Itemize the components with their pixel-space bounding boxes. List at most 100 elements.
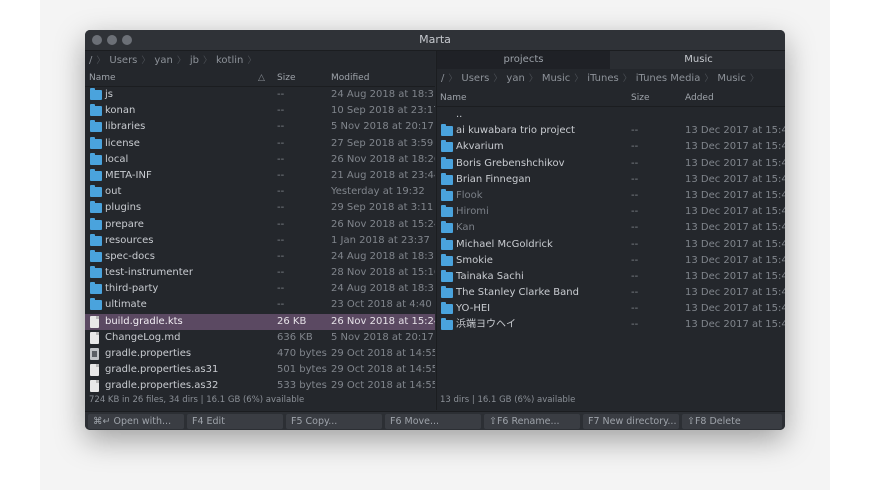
table-row[interactable]: ai kuwabara trio project -- 13 Dec 2017 at… — [437, 123, 785, 139]
table-row[interactable]: license -- 27 Sep 2018 at 3:59 — [85, 136, 435, 152]
file-size: -- — [277, 250, 285, 262]
file-name: gradle.properties.as31 — [105, 364, 219, 376]
table-row[interactable]: resources -- 1 Jan 2018 at 23:37 — [85, 233, 435, 249]
column-size[interactable]: Size — [277, 70, 295, 86]
table-row[interactable]: META-INF -- 21 Aug 2018 at 23:44 — [85, 168, 435, 184]
rename-button[interactable]: ⇧F6 Rename... — [484, 414, 580, 429]
breadcrumb-item-users[interactable]: Users — [105, 52, 141, 70]
table-row[interactable]: ultimate -- 23 Oct 2018 at 4:40 — [85, 297, 435, 313]
table-row[interactable]: Hiromi -- 13 Dec 2017 at 15:46 — [437, 204, 785, 220]
table-row[interactable]: 浜端ヨウヘイ -- 13 Dec 2017 at 15:46 — [437, 317, 785, 333]
table-row[interactable]: Akvarium -- 13 Dec 2017 at 15:46 — [437, 139, 785, 155]
file-name: ultimate — [105, 299, 147, 311]
breadcrumb-item-kotlin[interactable]: kotlin — [212, 52, 247, 70]
breadcrumb-item-music-current[interactable]: Music — [713, 70, 749, 88]
file-date: 13 Dec 2017 at 15:46 — [685, 319, 785, 331]
left-pane[interactable]: / 〉 Users 〉 yan 〉 jb 〉 kotlin 〉 Name △ Size Modif… — [85, 51, 435, 410]
file-size: -- — [631, 222, 639, 234]
right-pane[interactable]: projects Music / 〉 Users 〉 yan 〉 Music 〉 iTunes 〉… — [436, 51, 785, 410]
column-name[interactable]: Name — [440, 90, 467, 106]
column-size[interactable]: Size — [631, 90, 649, 106]
table-row[interactable]: YO-HEI -- 13 Dec 2017 at 15:46 — [437, 301, 785, 317]
breadcrumb-item-yan[interactable]: yan — [502, 70, 528, 88]
breadcrumb-item-itunes-media[interactable]: iTunes Media — [632, 70, 705, 88]
move-button[interactable]: F6 Move... — [385, 414, 481, 429]
file-size: -- — [631, 303, 639, 315]
chevron-right-icon: 〉 — [749, 74, 759, 84]
window-title: Marta — [419, 33, 451, 46]
column-name[interactable]: Name — [89, 70, 116, 86]
tab-music[interactable]: Music — [611, 51, 785, 69]
file-date: 29 Oct 2018 at 14:55 — [331, 348, 435, 359]
table-row[interactable]: test-instrumenter -- 28 Nov 2018 at 15:16 — [85, 265, 435, 281]
file-date: 26 Nov 2018 at 15:24 — [331, 315, 435, 327]
file-date: 27 Sep 2018 at 3:59 — [331, 137, 434, 149]
table-row[interactable]: Boris Grebenshchikov -- 13 Dec 2017 at 15:… — [437, 156, 785, 172]
table-row[interactable]: build.gradle.kts 26 KB 26 Nov 2018 at 15:2… — [85, 313, 435, 330]
parent-directory-row[interactable]: .. — [437, 107, 785, 123]
table-row[interactable]: local -- 26 Nov 2018 at 18:26 — [85, 152, 435, 168]
copy-button[interactable]: F5 Copy... — [286, 414, 382, 429]
breadcrumb-item-itunes[interactable]: iTunes — [583, 70, 622, 88]
edit-button[interactable]: F4 Edit — [187, 414, 283, 429]
file-name: Smokie — [456, 254, 493, 266]
table-row[interactable]: Kan -- 13 Dec 2017 at 15:46 — [437, 220, 785, 236]
file-name: resources — [105, 234, 154, 246]
file-date: 24 Aug 2018 at 18:31 — [331, 89, 435, 100]
table-row[interactable]: Flook -- 13 Dec 2017 at 15:46 — [437, 188, 785, 204]
table-row[interactable]: Brian Finnegan -- 13 Dec 2017 at 15:46 — [437, 172, 785, 188]
breadcrumb-item-music[interactable]: Music — [538, 70, 574, 88]
chevron-right-icon: 〉 — [528, 74, 538, 84]
breadcrumb-item-jb[interactable]: jb — [186, 52, 203, 70]
table-row[interactable]: Michael McGoldrick -- 13 Dec 2017 at 15:46 — [437, 237, 785, 253]
table-row[interactable]: gradle.properties 470 bytes 29 Oct 2018 at… — [85, 346, 435, 362]
left-column-header: Name △ Size Modified — [85, 70, 435, 87]
title-bar: Marta — [85, 30, 785, 51]
column-added[interactable]: Added — [685, 90, 714, 106]
folder-icon — [90, 282, 102, 295]
file-size: -- — [631, 319, 639, 331]
file-name: Tainaka Sachi — [456, 270, 524, 282]
table-row[interactable]: Tainaka Sachi -- 13 Dec 2017 at 15:46 — [437, 269, 785, 285]
file-size: -- — [277, 299, 285, 311]
folder-icon — [441, 140, 453, 153]
file-name: Boris Grebenshchikov — [456, 157, 565, 169]
folder-icon — [441, 124, 453, 137]
table-row[interactable]: konan -- 10 Sep 2018 at 23:17 — [85, 103, 435, 119]
table-row[interactable]: Smokie -- 13 Dec 2017 at 15:46 — [437, 253, 785, 269]
breadcrumb-item-root[interactable]: / — [437, 70, 448, 88]
tab-projects[interactable]: projects — [437, 51, 610, 69]
table-row[interactable]: plugins -- 29 Sep 2018 at 3:11 — [85, 200, 435, 216]
marta-window: Marta / 〉 Users 〉 yan 〉 jb 〉 kotlin 〉 Name △ Size… — [85, 30, 785, 430]
table-row[interactable]: The Stanley Clarke Band -- 13 Dec 2017 at … — [437, 285, 785, 301]
file-size: 533 bytes — [277, 380, 327, 392]
sort-ascending-icon[interactable]: △ — [258, 70, 265, 86]
table-row[interactable]: gradle.properties.as32 533 bytes 29 Oct 20… — [85, 378, 435, 394]
delete-button[interactable]: ⇧F8 Delete — [682, 414, 782, 429]
breadcrumb-item-root[interactable]: / — [85, 52, 96, 70]
file-name: out — [105, 186, 122, 198]
file-name: Brian Finnegan — [456, 173, 531, 185]
table-row[interactable]: gradle.properties.as31 501 bytes 29 Oct 20… — [85, 362, 435, 378]
table-row[interactable]: ChangeLog.md 636 KB 5 Nov 2018 at 20:17 — [85, 330, 435, 346]
table-row[interactable]: out -- Yesterday at 19:32 — [85, 184, 435, 200]
file-date: 13 Dec 2017 at 15:46 — [685, 222, 785, 234]
table-row[interactable]: third-party -- 24 Aug 2018 at 18:31 — [85, 281, 435, 297]
file-name: test-instrumenter — [105, 267, 193, 279]
file-size: -- — [631, 254, 639, 266]
table-row[interactable]: prepare -- 26 Nov 2018 at 15:24 — [85, 217, 435, 233]
table-row[interactable]: js -- 24 Aug 2018 at 18:31 — [85, 87, 435, 103]
open-with-button[interactable]: ⌘↵ Open with... — [88, 414, 184, 429]
breadcrumb-item-users[interactable]: Users — [457, 70, 493, 88]
breadcrumb-item-yan[interactable]: yan — [150, 52, 176, 70]
table-row[interactable]: spec-docs -- 24 Aug 2018 at 18:31 — [85, 249, 435, 265]
file-name: ChangeLog.md — [105, 331, 181, 343]
file-name: Akvarium — [456, 141, 504, 153]
function-key-bar: ⌘↵ Open with... F4 Edit F5 Copy... F6 Mo… — [85, 411, 785, 430]
new-directory-button[interactable]: F7 New directory... — [583, 414, 679, 429]
column-modified[interactable]: Modified — [331, 70, 369, 86]
chevron-right-icon: 〉 — [176, 56, 186, 66]
file-icon — [90, 380, 99, 393]
table-row[interactable]: libraries -- 5 Nov 2018 at 20:17 — [85, 119, 435, 135]
file-date: 5 Nov 2018 at 20:17 — [331, 331, 434, 343]
